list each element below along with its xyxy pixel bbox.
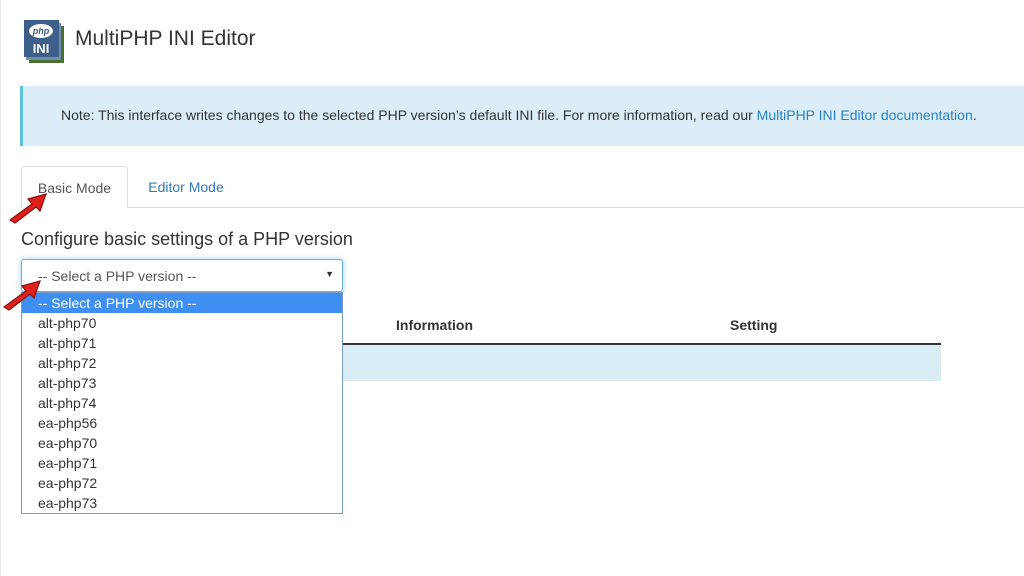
page-title: MultiPHP INI Editor	[75, 27, 256, 50]
pointer-arrow-icon	[2, 280, 41, 311]
dropdown-option-placeholder[interactable]: -- Select a PHP version --	[22, 293, 342, 313]
section-heading: Configure basic settings of a PHP versio…	[21, 229, 353, 249]
dropdown-option-alt-php72[interactable]: alt-php72	[22, 353, 342, 373]
column-header-setting: Setting	[730, 317, 778, 333]
dropdown-option-alt-php74[interactable]: alt-php74	[22, 393, 342, 413]
page: php INI MultiPHP INI Editor Note: This i…	[0, 0, 1024, 576]
info-note: Note: This interface writes changes to t…	[20, 86, 1024, 146]
dropdown-option-ea-php71[interactable]: ea-php71	[22, 453, 342, 473]
note-suffix: .	[972, 107, 977, 123]
php-version-dropdown[interactable]: -- Select a PHP version -- alt-php70 alt…	[21, 292, 343, 514]
dropdown-option-ea-php70[interactable]: ea-php70	[22, 433, 342, 453]
select-value: -- Select a PHP version --	[38, 268, 197, 284]
dropdown-option-ea-php73[interactable]: ea-php73	[22, 493, 342, 513]
php-ini-icon: php INI	[24, 20, 64, 63]
dropdown-option-ea-php56[interactable]: ea-php56	[22, 413, 342, 433]
dropdown-option-alt-php70[interactable]: alt-php70	[22, 313, 342, 333]
dropdown-option-alt-php71[interactable]: alt-php71	[22, 333, 342, 353]
dropdown-option-alt-php73[interactable]: alt-php73	[22, 373, 342, 393]
caret-down-icon: ▼	[325, 269, 334, 279]
svg-text:php: php	[32, 26, 50, 36]
column-header-information: Information	[396, 317, 473, 333]
svg-text:INI: INI	[33, 41, 50, 56]
note-message: Note: This interface writes changes to t…	[61, 107, 757, 123]
note-text: Note: This interface writes changes to t…	[61, 107, 977, 123]
php-version-select[interactable]: -- Select a PHP version -- ▼	[21, 259, 343, 292]
documentation-link[interactable]: MultiPHP INI Editor documentation	[757, 107, 973, 123]
pointer-arrow-icon	[8, 193, 47, 224]
dropdown-option-ea-php72[interactable]: ea-php72	[22, 473, 342, 493]
tab-editor-mode[interactable]: Editor Mode	[130, 166, 242, 208]
